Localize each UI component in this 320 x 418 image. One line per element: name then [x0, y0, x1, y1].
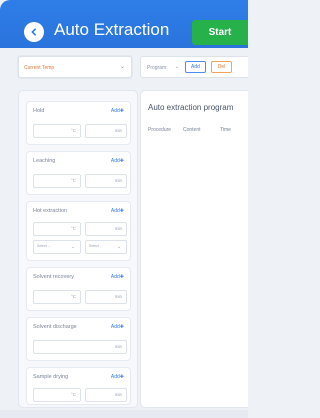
select-field[interactable]: Select ... ⌄	[85, 240, 127, 254]
step-card-hot-extraction: Hot extraction Add✚ °C min Select ... ⌄ …	[26, 201, 131, 261]
add-step-button[interactable]: Add✚	[111, 324, 124, 330]
time-field[interactable]: min	[85, 222, 127, 236]
step-card-sample-drying: Sample drying Add✚ °C min	[26, 367, 131, 405]
step-name: Solvent discharge	[33, 324, 77, 330]
start-button[interactable]: Start	[192, 20, 248, 45]
column-header-content: Content	[183, 127, 201, 133]
chevron-down-icon: ⌄	[175, 64, 180, 70]
step-card-leaching: Leaching Add✚ °C min	[26, 151, 131, 195]
current-temp-select[interactable]: Current Temp ⌄	[18, 56, 132, 78]
page-title: Auto Extraction	[54, 20, 170, 39]
time-field[interactable]: min	[85, 290, 127, 304]
step-name: Hot extraction	[33, 208, 67, 214]
steps-panel: Hold Add✚ °C min Leaching Add✚ °C min Ho…	[18, 90, 138, 408]
add-step-button[interactable]: Add✚	[111, 158, 124, 164]
temperature-field[interactable]: °C	[33, 388, 81, 402]
add-step-button[interactable]: Add✚	[111, 374, 124, 380]
step-name: Sample drying	[33, 374, 69, 380]
step-card-hold: Hold Add✚ °C min	[26, 101, 131, 145]
temperature-field[interactable]: °C	[33, 290, 81, 304]
column-header-time: Time	[220, 127, 231, 133]
select-field[interactable]: Select ... ⌄	[33, 240, 81, 254]
add-step-button[interactable]: Add✚	[111, 108, 124, 114]
program-panel: Auto extraction program Procedure Conten…	[140, 90, 248, 408]
chevron-down-icon: ⌄	[71, 244, 75, 249]
step-name: Leaching	[33, 158, 56, 164]
delete-program-button[interactable]: Del	[211, 61, 232, 73]
current-temp-placeholder: Current Temp	[24, 65, 55, 71]
program-panel-title: Auto extraction program	[148, 103, 234, 112]
column-header-procedure: Procedure	[148, 127, 172, 133]
add-program-button[interactable]: Add	[185, 61, 206, 73]
add-step-button[interactable]: Add✚	[111, 274, 124, 280]
time-field[interactable]: min	[85, 174, 127, 188]
program-bar: Program: ⌄ Add Del	[140, 56, 248, 78]
time-field[interactable]: min	[85, 124, 127, 138]
step-name: Hold	[33, 108, 45, 114]
temperature-field[interactable]: °C	[33, 174, 81, 188]
step-card-solvent-recovery: Solvent recovery Add✚ °C min	[26, 267, 131, 311]
time-field[interactable]: min	[33, 340, 127, 354]
chevron-left-icon	[31, 28, 36, 36]
step-name: Solvent recovery	[33, 274, 74, 280]
add-step-button[interactable]: Add✚	[111, 208, 124, 214]
time-field[interactable]: min	[85, 388, 127, 402]
chevron-down-icon: ⌄	[117, 244, 121, 249]
temperature-field[interactable]: °C	[33, 124, 81, 138]
footer-strip	[0, 410, 248, 418]
app-header: Auto Extraction Start	[0, 0, 248, 48]
back-button[interactable]	[24, 22, 44, 42]
temperature-field[interactable]: °C	[33, 222, 81, 236]
step-card-solvent-discharge: Solvent discharge Add✚ min	[26, 317, 131, 361]
chevron-down-icon: ⌄	[119, 64, 125, 70]
